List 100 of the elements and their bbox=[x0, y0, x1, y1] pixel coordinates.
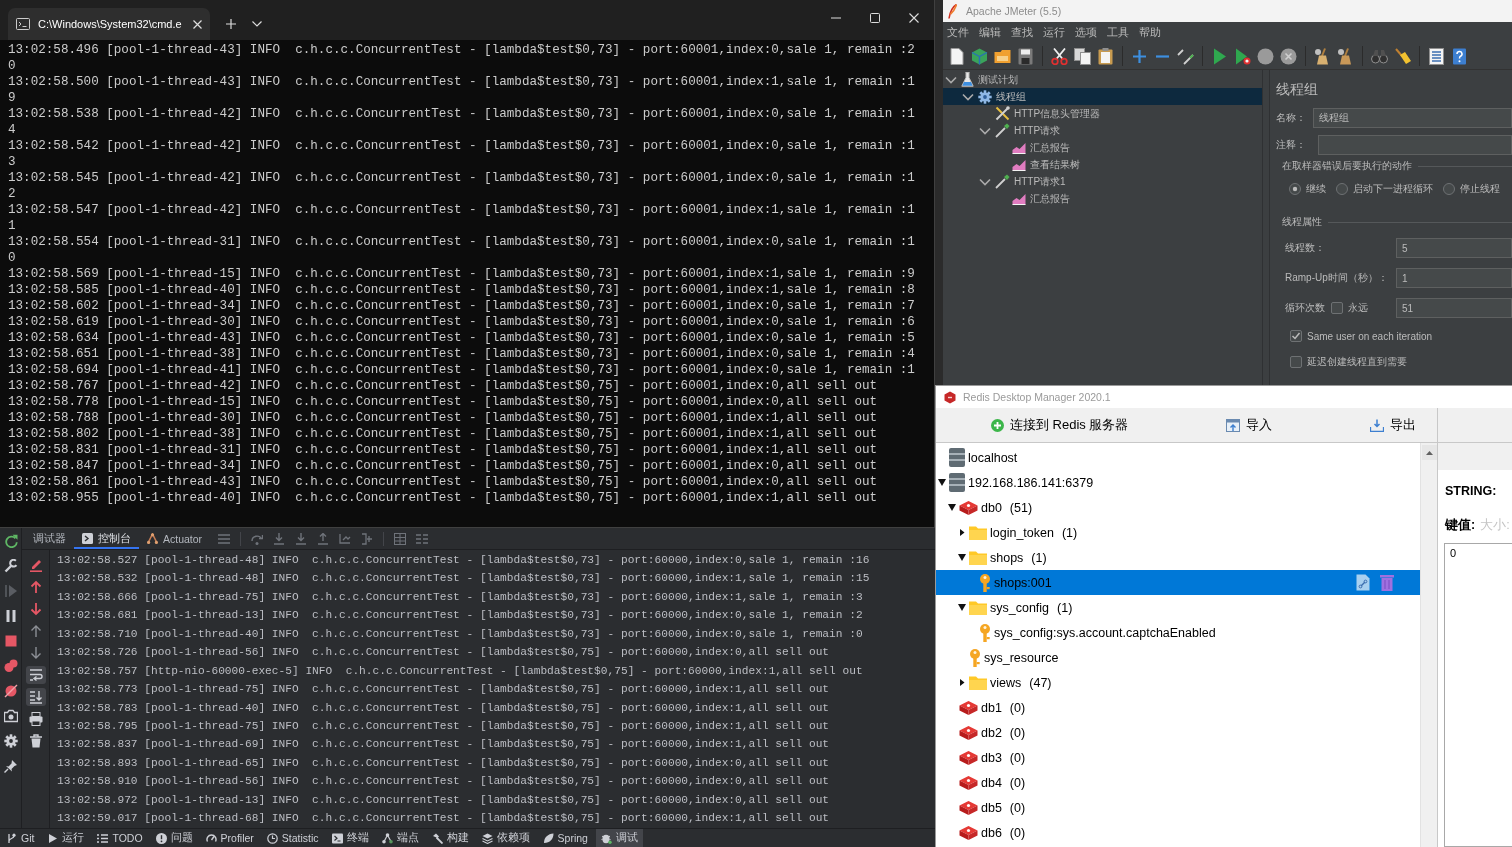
tool-button[interactable] bbox=[25, 666, 46, 684]
ramp-up-field[interactable]: 1 bbox=[1396, 268, 1512, 288]
toolbar-item[interactable]: 连接到 Redis 服务器 bbox=[991, 416, 1129, 434]
tree-item[interactable]: views (47) bbox=[958, 670, 1052, 695]
scroll-up-button[interactable] bbox=[1421, 445, 1437, 460]
checkbox-option[interactable]: 永远 bbox=[1331, 301, 1368, 315]
menu-item[interactable]: 编辑 bbox=[979, 25, 1001, 40]
broom-icon[interactable] bbox=[1394, 47, 1411, 65]
toolbar-item[interactable]: 导入 bbox=[1226, 416, 1273, 434]
tool-window-item[interactable]: 依赖项 bbox=[476, 829, 535, 847]
maximize-icon[interactable] bbox=[870, 13, 880, 23]
caret-down-icon[interactable] bbox=[948, 504, 956, 511]
close-icon[interactable] bbox=[909, 13, 919, 23]
value-field[interactable]: 0 bbox=[1444, 543, 1512, 847]
floppy-icon[interactable] bbox=[1017, 47, 1034, 65]
tool-window-item[interactable]: TODO bbox=[92, 829, 148, 847]
tool-window-item[interactable]: 终端 bbox=[326, 829, 374, 847]
table-icon[interactable] bbox=[394, 532, 407, 545]
tree-item[interactable]: db2 (0) bbox=[959, 720, 1026, 745]
menu-item[interactable]: 文件 bbox=[947, 25, 969, 40]
checkbox-icon[interactable] bbox=[1290, 330, 1302, 342]
tab[interactable]: Actuator bbox=[139, 528, 211, 549]
menu-item[interactable]: 工具 bbox=[1107, 25, 1129, 40]
tree-item[interactable]: shops (1) bbox=[958, 545, 1047, 570]
tree-item[interactable]: 汇总报告 bbox=[1012, 190, 1070, 207]
name-field[interactable]: 线程组 bbox=[1313, 107, 1512, 128]
link-file-icon[interactable] bbox=[1356, 574, 1370, 591]
menu-item[interactable]: 运行 bbox=[1043, 25, 1065, 40]
radio-option[interactable]: 停止线程 bbox=[1443, 182, 1500, 196]
thread-count-field[interactable]: 5 bbox=[1396, 238, 1512, 258]
document-icon[interactable] bbox=[948, 47, 965, 65]
bracket-plus-icon[interactable] bbox=[361, 532, 374, 545]
tool-window-item[interactable]: Profiler bbox=[200, 829, 259, 847]
radio-option[interactable]: 继续 bbox=[1289, 182, 1326, 196]
binoculars-icon[interactable] bbox=[1371, 47, 1388, 65]
tool-window-item[interactable]: Spring bbox=[537, 829, 593, 847]
tree-item[interactable]: db1 (0) bbox=[959, 695, 1026, 720]
tree-item[interactable]: 测试计划 bbox=[945, 71, 1018, 88]
stop-icon[interactable] bbox=[3, 634, 18, 648]
caret-down-icon[interactable] bbox=[958, 554, 966, 561]
tree-item[interactable]: sys_resource bbox=[969, 645, 1059, 670]
radio-icon[interactable] bbox=[1289, 183, 1301, 195]
terminal-tab[interactable]: C:\Windows\System32\cmd.e bbox=[8, 8, 210, 40]
tree-item[interactable]: db3 (0) bbox=[959, 745, 1026, 770]
close-icon[interactable] bbox=[193, 19, 202, 29]
tree-item[interactable]: shops:001 bbox=[936, 570, 1420, 595]
list-icon[interactable] bbox=[1428, 47, 1445, 65]
wand-icon[interactable] bbox=[1177, 47, 1194, 65]
tree-item[interactable]: db4 (0) bbox=[959, 770, 1026, 795]
scrollbar[interactable] bbox=[1420, 443, 1437, 847]
tool-window-item[interactable]: 调试 bbox=[595, 829, 643, 847]
tool-window-item[interactable]: Statistic bbox=[261, 829, 324, 847]
rerun-icon[interactable] bbox=[3, 534, 18, 548]
menu-item[interactable]: 选项 bbox=[1075, 25, 1097, 40]
play-icon[interactable] bbox=[1211, 47, 1228, 65]
tool-button[interactable] bbox=[25, 688, 46, 706]
tree-item[interactable]: HTTP请求1 bbox=[979, 173, 1066, 190]
checkbox-option[interactable]: 延迟创建线程直到需要 bbox=[1290, 355, 1407, 369]
tree-item[interactable]: sys_config:sys.account.captchaEnabled bbox=[979, 620, 1216, 645]
tree-item[interactable]: HTTP请求 bbox=[979, 122, 1061, 139]
checkbox-icon[interactable] bbox=[1290, 356, 1302, 368]
scissors-icon[interactable] bbox=[1051, 47, 1068, 65]
caret-down-icon[interactable] bbox=[938, 479, 946, 486]
tool-window-item[interactable]: 运行 bbox=[42, 829, 90, 847]
tab[interactable]: 控制台 bbox=[74, 528, 139, 549]
camera-icon[interactable] bbox=[3, 709, 18, 723]
tree-item[interactable]: HTTP信息头管理器 bbox=[995, 105, 1101, 122]
menu-item[interactable]: 帮助 bbox=[1139, 25, 1161, 40]
tree-item[interactable]: 查看结果树 bbox=[1012, 156, 1080, 173]
tool-window-item[interactable]: 问题 bbox=[150, 829, 198, 847]
tree-item[interactable]: 192.168.186.141:6379 bbox=[938, 470, 1094, 495]
chevron-down-icon[interactable] bbox=[962, 92, 974, 101]
broom-icon[interactable] bbox=[1314, 47, 1331, 65]
caret-right-icon[interactable] bbox=[958, 679, 966, 686]
tree-item[interactable]: 汇总报告 bbox=[1012, 139, 1070, 156]
cube-icon[interactable] bbox=[971, 47, 988, 65]
tree-item[interactable]: sys_config (1) bbox=[958, 595, 1073, 620]
breakpoints-icon[interactable] bbox=[3, 659, 18, 673]
tree-item[interactable]: db6 (0) bbox=[959, 820, 1026, 845]
tab[interactable]: 调试器 bbox=[25, 528, 74, 549]
toolbar-item[interactable]: 导出 bbox=[1370, 416, 1417, 434]
broom-icon[interactable] bbox=[1337, 47, 1354, 65]
step-out-icon[interactable] bbox=[317, 532, 330, 545]
radio-icon[interactable] bbox=[1336, 183, 1348, 195]
help-icon[interactable] bbox=[1451, 47, 1468, 65]
loop-count-field[interactable]: 51 bbox=[1396, 298, 1512, 318]
wrench-icon[interactable] bbox=[3, 559, 18, 573]
checkbox-option[interactable]: Same user on each iteration bbox=[1290, 330, 1433, 342]
caret-right-icon[interactable] bbox=[958, 529, 966, 536]
menu-item[interactable]: 查找 bbox=[1011, 25, 1033, 40]
clipboard-icon[interactable] bbox=[1097, 47, 1114, 65]
step-into-icon[interactable] bbox=[273, 532, 286, 545]
tool-window-item[interactable]: 端点 bbox=[376, 829, 424, 847]
comment-field[interactable] bbox=[1318, 134, 1512, 155]
tool-window-item[interactable]: Git bbox=[1, 829, 40, 847]
play-icon[interactable] bbox=[1234, 47, 1251, 65]
pin-icon[interactable] bbox=[3, 759, 18, 773]
step-into-icon[interactable] bbox=[295, 532, 308, 545]
tool-window-item[interactable]: 构建 bbox=[426, 829, 474, 847]
folder-icon[interactable] bbox=[994, 47, 1011, 65]
